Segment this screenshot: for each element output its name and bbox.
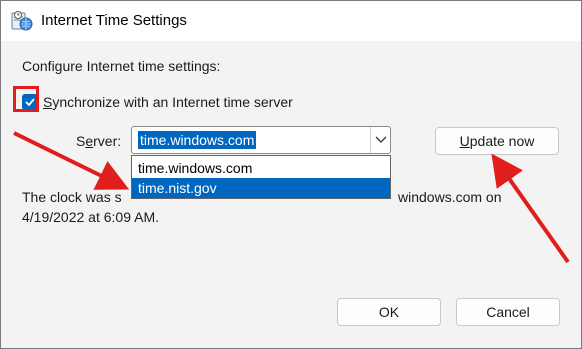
status-line-2: 4/19/2022 at 6:09 AM.	[22, 209, 159, 225]
server-dropdown-list: time.windows.com time.nist.gov	[131, 155, 391, 199]
server-label: Server:	[76, 133, 121, 149]
dropdown-option-time-windows[interactable]: time.windows.com	[132, 158, 390, 178]
window-title: Internet Time Settings	[41, 12, 187, 29]
sync-checkbox-label[interactable]: Synchronize with an Internet time server	[43, 94, 293, 110]
server-combobox[interactable]: time.windows.com	[131, 126, 391, 154]
section-title: Configure Internet time settings:	[22, 58, 221, 74]
title-bar: Internet Time Settings	[1, 1, 581, 41]
dropdown-option-time-nist[interactable]: time.nist.gov	[132, 178, 390, 198]
annotation-highlight-box	[13, 86, 39, 112]
status-line-1-left: The clock was s	[22, 189, 122, 205]
ok-button[interactable]: OK	[337, 298, 441, 326]
update-label-rest: pdate now	[469, 133, 535, 149]
internet-time-settings-dialog: Internet Time Settings Configure Interne…	[0, 0, 582, 349]
status-line-1-right: windows.com on	[398, 189, 502, 205]
server-label-after: rver:	[93, 133, 122, 149]
server-label-mnemonic: e	[85, 133, 94, 149]
clock-globe-icon	[11, 11, 33, 31]
combobox-divider	[370, 127, 371, 153]
chevron-down-icon[interactable]	[374, 134, 388, 146]
server-label-before: S	[76, 133, 86, 149]
cancel-button[interactable]: Cancel	[456, 298, 560, 326]
server-combobox-value[interactable]: time.windows.com	[138, 131, 257, 149]
sync-label-mnemonic: S	[43, 94, 53, 110]
sync-label-rest: ynchronize with an Internet time server	[52, 94, 293, 110]
update-mnemonic: U	[459, 133, 470, 149]
update-now-button[interactable]: Update now	[435, 127, 559, 155]
